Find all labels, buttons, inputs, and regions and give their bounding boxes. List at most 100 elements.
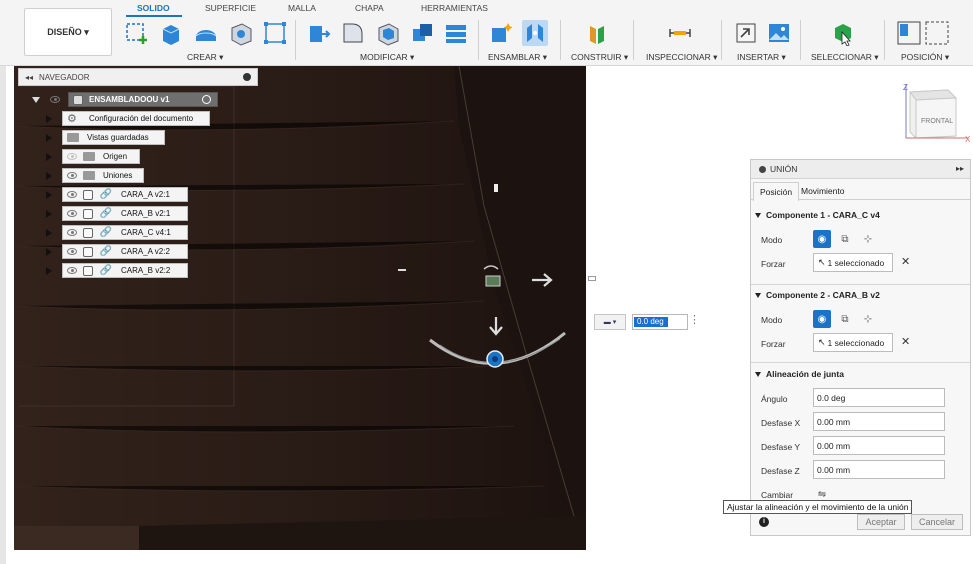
expand-toggle-icon[interactable] bbox=[46, 248, 52, 256]
joint-icon[interactable] bbox=[522, 20, 548, 46]
new-sketch-icon[interactable] bbox=[124, 20, 150, 46]
offset-plane-icon[interactable] bbox=[585, 20, 611, 46]
info-icon[interactable]: i bbox=[759, 517, 769, 527]
expand-toggle-icon[interactable] bbox=[32, 97, 40, 103]
canvas-image-icon[interactable] bbox=[766, 20, 792, 46]
hole-icon[interactable] bbox=[228, 20, 254, 46]
component2-snap-selection[interactable]: ↖ 1 seleccionado bbox=[813, 333, 893, 352]
component2-section-title[interactable]: Componente 2 - CARA_B v2 bbox=[755, 290, 880, 300]
tab-chapa[interactable]: CHAPA bbox=[355, 3, 384, 13]
workspace-design-button[interactable]: DISEÑO ▾ bbox=[24, 8, 112, 56]
group-inspeccionar[interactable]: INSPECCIONAR ▾ bbox=[646, 52, 717, 63]
clear-selection-button[interactable]: ✕ bbox=[901, 335, 910, 348]
visibility-icon[interactable] bbox=[67, 191, 77, 198]
tab-motion[interactable]: Movimiento bbox=[795, 182, 850, 201]
group-construir[interactable]: CONSTRUIR ▾ bbox=[571, 52, 628, 63]
expand-toggle-icon[interactable] bbox=[46, 115, 52, 123]
alignment-section-title[interactable]: Alineación de junta bbox=[755, 369, 844, 379]
joint-dialog-header[interactable]: UNIÓN ▸▸ bbox=[751, 160, 970, 179]
collapse-caret-icon[interactable] bbox=[755, 293, 761, 299]
viewcube-face-label: FRONTAL bbox=[921, 118, 953, 125]
visibility-icon[interactable] bbox=[67, 229, 77, 236]
simple-mode-icon[interactable]: ◉ bbox=[813, 310, 831, 328]
viewport-left-edge bbox=[0, 66, 6, 564]
expand-toggle-icon[interactable] bbox=[46, 210, 52, 218]
group-posicion[interactable]: POSICIÓN ▾ bbox=[901, 52, 949, 63]
visibility-icon[interactable] bbox=[67, 172, 77, 179]
viewcube[interactable]: Z X FRONTAL bbox=[896, 82, 972, 148]
visibility-icon[interactable] bbox=[67, 267, 77, 274]
group-seleccionar[interactable]: SELECCIONAR ▾ bbox=[811, 52, 879, 63]
navigator-item-box[interactable]: 🔗 CARA_A v2:2 bbox=[62, 244, 188, 259]
offset-y-field[interactable] bbox=[813, 436, 945, 455]
between-two-faces-icon[interactable]: ⧉ bbox=[836, 230, 854, 248]
navigator-item-box[interactable]: 🔗 CARA_C v4:1 bbox=[62, 225, 188, 240]
combine-icon[interactable] bbox=[409, 20, 435, 46]
section-divider bbox=[751, 284, 970, 285]
visibility-icon[interactable] bbox=[67, 210, 77, 217]
two-edge-intersection-icon[interactable]: ⊹ bbox=[859, 310, 877, 328]
simple-mode-icon[interactable]: ◉ bbox=[813, 230, 831, 248]
navigator-item-box[interactable]: 🔗 CARA_B v2:1 bbox=[62, 206, 188, 221]
group-modificar[interactable]: MODIFICAR ▾ bbox=[360, 52, 414, 63]
edge-handle[interactable] bbox=[588, 276, 596, 281]
new-component-icon[interactable] bbox=[489, 20, 515, 46]
measure-icon[interactable] bbox=[667, 20, 693, 46]
group-crear[interactable]: CREAR ▾ bbox=[187, 52, 223, 63]
visibility-icon[interactable] bbox=[67, 248, 77, 255]
expand-toggle-icon[interactable] bbox=[46, 191, 52, 199]
expand-toggle-icon[interactable] bbox=[46, 153, 52, 161]
component1-section-title[interactable]: Componente 1 - CARA_C v4 bbox=[755, 210, 880, 220]
insert-derive-icon[interactable] bbox=[733, 20, 759, 46]
activate-icon[interactable] bbox=[202, 95, 211, 104]
collapse-icon[interactable]: ◂◂ bbox=[25, 73, 33, 82]
press-pull-icon[interactable] bbox=[305, 20, 331, 46]
position-capture-icon[interactable] bbox=[897, 20, 949, 46]
expand-toggle-icon[interactable] bbox=[46, 267, 52, 275]
navigator-item-box[interactable]: Uniones bbox=[62, 168, 144, 183]
angle-field[interactable] bbox=[813, 388, 945, 407]
tab-herramientas[interactable]: HERRAMIENTAS bbox=[421, 3, 488, 13]
tab-superficie[interactable]: SUPERFICIE bbox=[205, 3, 256, 13]
align-icon[interactable] bbox=[443, 20, 469, 46]
visibility-icon[interactable] bbox=[67, 153, 77, 160]
offset-z-field[interactable] bbox=[813, 460, 945, 479]
two-edge-intersection-icon[interactable]: ⊹ bbox=[859, 230, 877, 248]
ok-button[interactable]: Aceptar bbox=[857, 514, 905, 530]
joint-manipulator[interactable] bbox=[380, 255, 600, 385]
fillet-icon[interactable] bbox=[340, 20, 366, 46]
group-insertar[interactable]: INSERTAR ▾ bbox=[737, 52, 786, 63]
navigator-root[interactable]: ENSAMBLADOOU v1 bbox=[68, 92, 218, 107]
clear-selection-button[interactable]: ✕ bbox=[901, 255, 910, 268]
navigator-item-box[interactable]: Origen bbox=[62, 149, 140, 164]
more-options-icon[interactable]: ⋮ bbox=[689, 315, 700, 326]
group-ensamblar[interactable]: ENSAMBLAR ▾ bbox=[488, 52, 547, 63]
navigator-item-box[interactable]: 🔗 CARA_B v2:2 bbox=[62, 263, 188, 278]
shell-icon[interactable] bbox=[375, 20, 401, 46]
bounding-box-icon[interactable] bbox=[262, 20, 288, 46]
navigator-item-box[interactable]: Vistas guardadas bbox=[62, 130, 165, 145]
tab-position[interactable]: Posición bbox=[753, 182, 800, 201]
select-icon[interactable] bbox=[830, 20, 856, 46]
visibility-icon[interactable] bbox=[50, 96, 60, 103]
extrude-icon[interactable] bbox=[158, 20, 184, 46]
angle-mode-dropdown[interactable]: ▬ ▾ bbox=[594, 314, 626, 330]
revolve-icon[interactable] bbox=[193, 20, 219, 46]
angle-input-selection: 0.0 deg bbox=[634, 317, 668, 327]
navigator-item-box[interactable]: ⚙ Configuración del documento bbox=[62, 111, 210, 126]
between-two-faces-icon[interactable]: ⧉ bbox=[836, 310, 854, 328]
collapse-caret-icon[interactable] bbox=[755, 213, 761, 219]
collapse-caret-icon[interactable] bbox=[755, 372, 761, 378]
navigator-item-box[interactable]: 🔗 CARA_A v2:1 bbox=[62, 187, 188, 202]
expand-toggle-icon[interactable] bbox=[46, 172, 52, 180]
tab-malla[interactable]: MALLA bbox=[288, 3, 316, 13]
cancel-button[interactable]: Cancelar bbox=[911, 514, 963, 530]
navigator-header[interactable]: ◂◂ NAVEGADOR bbox=[18, 68, 258, 86]
tab-solido[interactable]: SOLIDO bbox=[137, 3, 170, 13]
expand-toggle-icon[interactable] bbox=[46, 134, 52, 142]
expand-toggle-icon[interactable] bbox=[46, 229, 52, 237]
component1-snap-selection[interactable]: ↖ 1 seleccionado bbox=[813, 253, 893, 272]
expand-panel-icon[interactable]: ▸▸ bbox=[956, 164, 964, 173]
offset-x-field[interactable] bbox=[813, 412, 945, 431]
pin-icon[interactable] bbox=[243, 73, 251, 81]
